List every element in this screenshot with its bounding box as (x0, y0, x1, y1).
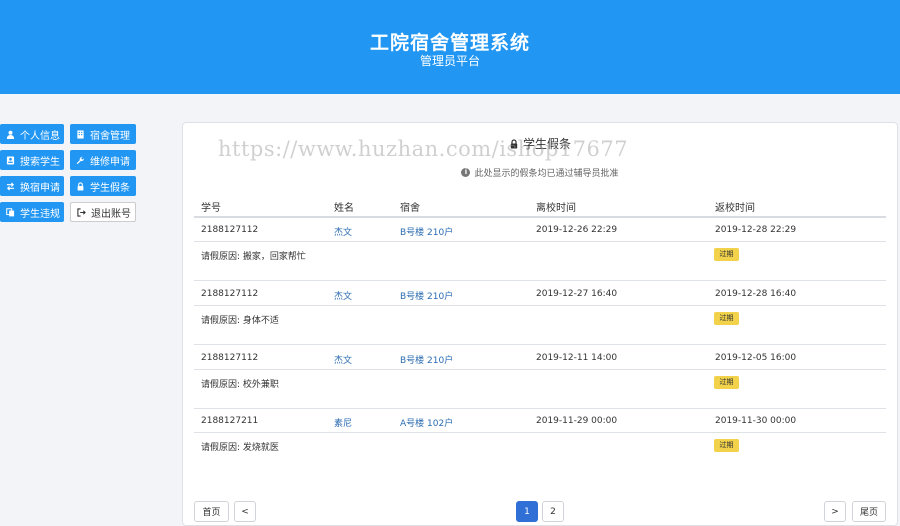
student-name-link[interactable]: 杰文 (334, 353, 352, 366)
sidebar-item-violations[interactable]: 学生违规 (0, 202, 64, 222)
sidebar-item-search-student[interactable]: 搜索学生 (0, 150, 64, 170)
last-page-button[interactable]: 尾页 (852, 501, 886, 522)
page-button-1[interactable]: 1 (516, 501, 538, 522)
return-time-cell: 2019-11-30 00:00 (715, 416, 797, 426)
leave-time-cell: 2019-12-11 14:00 (536, 353, 618, 363)
status-badge: 过期 (714, 248, 739, 261)
page-header: 工院宿舍管理系统 管理员平台 (0, 0, 900, 94)
divider (194, 344, 886, 345)
sidebar-item-label: 宿舍管理 (90, 130, 130, 142)
return-time-cell: 2019-12-05 16:00 (715, 353, 797, 363)
logout-button[interactable]: 退出账号 (70, 202, 136, 222)
lock-icon (510, 138, 518, 148)
student-id-cell: 2188127112 (201, 289, 259, 299)
sidebar-item-leave-notes[interactable]: 学生假条 (70, 176, 136, 196)
divider (194, 216, 886, 218)
column-header-return-time: 返校时间 (715, 203, 755, 214)
card-note-text: 此处显示的假条均已通过辅导员批准 (474, 169, 619, 179)
page-button-2[interactable]: 2 (542, 501, 564, 522)
leave-notes-card: 学生假条 i 此处显示的假条均已通过辅导员批准 (182, 122, 898, 526)
leave-time-cell: 2019-11-29 00:00 (536, 416, 618, 426)
card-title-text: 学生假条 (522, 137, 571, 151)
column-header-leave-time: 离校时间 (536, 203, 576, 214)
sidebar-item-label: 维修申请 (90, 156, 130, 168)
column-header-dorm: 宿舍 (400, 203, 420, 214)
student-name-link[interactable]: 杰文 (334, 225, 352, 238)
id-card-icon (6, 155, 15, 165)
card-note: i 此处显示的假条均已通过辅导员批准 (183, 166, 897, 179)
user-icon (6, 130, 15, 139)
lock-icon (77, 181, 84, 191)
divider (194, 305, 886, 306)
sign-out-icon (77, 207, 86, 217)
building-icon (77, 129, 84, 139)
divider (194, 241, 886, 242)
copy-icon (6, 207, 15, 216)
sidebar-item-label: 个人信息 (20, 130, 60, 142)
sidebar-item-profile[interactable]: 个人信息 (0, 124, 64, 144)
divider (194, 408, 886, 409)
leave-time-cell: 2019-12-26 22:29 (536, 225, 618, 235)
student-name-link[interactable]: 杰文 (334, 289, 352, 302)
sidebar-item-label: 学生假条 (90, 182, 130, 194)
sidebar-item-label: 换宿申请 (20, 182, 60, 194)
sidebar-item-label: 退出账号 (91, 208, 131, 220)
divider (194, 280, 886, 281)
app-subtitle: 管理员平台 (419, 54, 480, 68)
column-header-name: 姓名 (334, 203, 354, 214)
prev-page-button[interactable]: < (234, 501, 256, 522)
return-time-cell: 2019-12-28 16:40 (715, 289, 797, 299)
divider (194, 432, 886, 433)
status-badge: 过期 (714, 312, 739, 325)
first-page-button[interactable]: 首页 (194, 501, 229, 522)
status-badge: 过期 (714, 439, 739, 452)
leave-reason-cell: 请假原因: 校外兼职 (201, 380, 279, 390)
return-time-cell: 2019-12-28 22:29 (715, 225, 797, 235)
student-id-cell: 2188127211 (201, 416, 259, 426)
next-page-button[interactable]: > (824, 501, 846, 522)
leave-time-cell: 2019-12-27 16:40 (536, 289, 618, 299)
dorm-link[interactable]: B号楼 210户 (400, 225, 453, 238)
dorm-link[interactable]: A号楼 102户 (400, 416, 453, 429)
sidebar-item-label: 搜索学生 (20, 156, 60, 168)
sidebar-item-repair-request[interactable]: 维修申请 (70, 150, 136, 170)
sidebar-item-label: 学生违规 (20, 208, 60, 220)
wrench-icon (76, 156, 85, 164)
dorm-link[interactable]: B号楼 210户 (400, 289, 453, 302)
info-icon: i (461, 168, 471, 177)
divider (194, 369, 886, 370)
card-title: 学生假条 (183, 135, 897, 152)
app-title: 工院宿舍管理系统 (369, 32, 530, 54)
exchange-icon (6, 181, 15, 191)
sidebar-item-dorm-manage[interactable]: 宿舍管理 (70, 124, 136, 144)
student-name-link[interactable]: 素尼 (334, 416, 352, 429)
leave-reason-cell: 请假原因: 发烧就医 (201, 443, 279, 453)
leave-reason-cell: 请假原因: 搬家，回家帮忙 (201, 252, 306, 262)
leave-reason-cell: 请假原因: 身体不适 (201, 316, 279, 326)
sidebar-item-room-change[interactable]: 换宿申请 (0, 176, 64, 196)
student-id-cell: 2188127112 (201, 225, 259, 235)
column-header-id: 学号 (201, 203, 221, 214)
dorm-link[interactable]: B号楼 210户 (400, 353, 453, 366)
status-badge: 过期 (714, 376, 739, 389)
student-id-cell: 2188127112 (201, 353, 259, 363)
